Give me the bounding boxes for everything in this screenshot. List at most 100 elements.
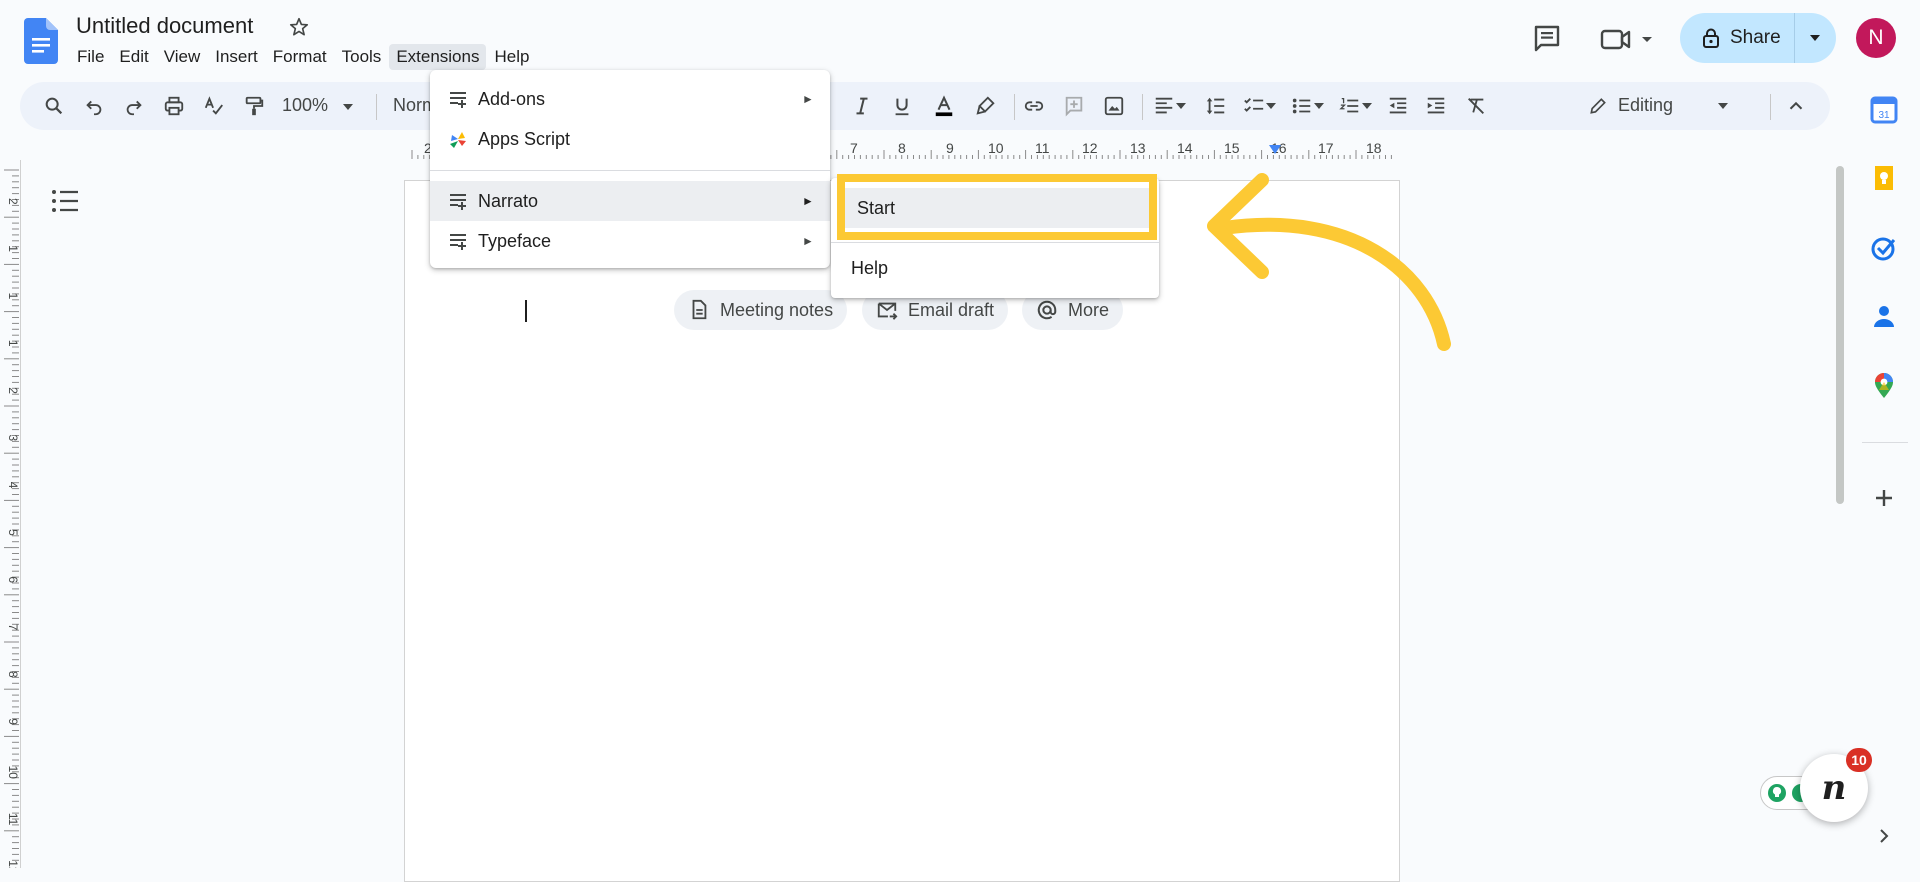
hide-menus-chevron-icon[interactable] (1784, 94, 1808, 118)
clear-formatting-icon[interactable] (1464, 94, 1488, 118)
menu-view[interactable]: View (157, 44, 208, 70)
menu-extensions[interactable]: Extensions (389, 44, 487, 70)
keep-icon[interactable] (1870, 164, 1898, 192)
numbered-list-icon[interactable] (1338, 94, 1362, 118)
vertical-ruler-number: 7 (6, 624, 20, 631)
undo-icon[interactable] (82, 94, 106, 118)
caret-down-icon[interactable] (1312, 94, 1326, 118)
maps-icon[interactable] (1870, 372, 1898, 400)
increase-indent-icon[interactable] (1424, 94, 1448, 118)
vertical-ruler-number: 3 (6, 435, 20, 442)
italic-icon[interactable] (850, 94, 874, 118)
star-icon[interactable] (288, 16, 310, 38)
share-button[interactable]: Share (1680, 13, 1836, 63)
notification-badge: 10 (1846, 748, 1872, 772)
right-indent-marker-icon[interactable] (1268, 144, 1282, 156)
svg-text:31: 31 (1878, 110, 1890, 121)
menu-format[interactable]: Format (266, 44, 334, 70)
ruler-number: 11 (1035, 140, 1050, 156)
account-avatar[interactable]: N (1856, 18, 1896, 58)
insert-image-icon[interactable] (1102, 94, 1126, 118)
submenu-arrow-icon: ► (802, 194, 814, 208)
get-add-ons-plus-icon[interactable] (1870, 484, 1898, 512)
align-icon[interactable] (1152, 94, 1176, 118)
vertical-ruler-number: 8 (6, 671, 20, 678)
menu-divider (430, 170, 830, 171)
vertical-ruler-number: 9 (6, 718, 20, 725)
vertical-ruler-number: 5 (6, 529, 20, 536)
chip-label: Meeting notes (720, 299, 834, 320)
extensions-menu: Add-ons ► Apps Script Narrato ► Typeface… (430, 70, 830, 268)
menu-edit[interactable]: Edit (112, 44, 155, 70)
vertical-scrollbar[interactable] (1836, 166, 1844, 504)
annotation-arrow-icon (1190, 170, 1470, 360)
share-dropdown-button[interactable] (1795, 33, 1835, 43)
spellcheck-icon[interactable] (202, 94, 226, 118)
caret-down-icon[interactable] (1264, 94, 1278, 118)
caret-down-icon (1810, 35, 1820, 41)
line-spacing-icon[interactable] (1204, 94, 1228, 118)
chip-label: Email draft (908, 299, 995, 320)
caret-down-icon (343, 104, 354, 110)
submenu-item-help[interactable]: Help (851, 258, 888, 279)
menu-tools[interactable]: Tools (335, 44, 389, 70)
ruler-number: 15 (1224, 140, 1240, 156)
document-title[interactable]: Untitled document (76, 13, 253, 39)
ruler-number: 18 (1366, 140, 1382, 156)
menu-item-add-ons[interactable]: Add-ons ► (430, 79, 830, 119)
ruler-number: 13 (1130, 140, 1146, 156)
vertical-ruler[interactable]: 2 1 1 1 2 3 4 5 6 7 8 9 10 11 12 (0, 160, 21, 868)
document-icon (692, 299, 707, 320)
calendar-icon[interactable]: 31 (1870, 96, 1898, 124)
submenu-arrow-icon: ► (802, 234, 814, 248)
vertical-ruler-number: 2 (6, 387, 20, 394)
vertical-ruler-number: 12 (6, 860, 20, 868)
vertical-ruler-number: 2 (6, 198, 20, 205)
add-on-list-icon (450, 194, 466, 210)
menu-item-narrato[interactable]: Narrato ► (430, 181, 830, 221)
toolbar: 100% Normal text Editing (20, 82, 1830, 130)
pencil-icon (1590, 97, 1606, 114)
caret-down-icon[interactable] (1174, 94, 1188, 118)
caret-down-icon[interactable] (1360, 94, 1374, 118)
apps-script-icon (450, 132, 466, 148)
ruler-number: 14 (1177, 140, 1193, 156)
meet-button[interactable] (1598, 24, 1654, 54)
vertical-ruler-number: 10 (6, 766, 20, 780)
underline-icon[interactable] (890, 94, 914, 118)
search-menus-icon[interactable] (42, 94, 66, 118)
comment-history-icon[interactable] (1532, 24, 1562, 52)
decrease-indent-icon[interactable] (1386, 94, 1410, 118)
zoom-select[interactable]: 100% (282, 95, 354, 116)
checklist-icon[interactable] (1242, 94, 1266, 118)
add-comment-icon[interactable] (1062, 94, 1086, 118)
add-ons-icon (450, 92, 466, 108)
print-icon[interactable] (162, 94, 186, 118)
editing-mode-label: Editing (1618, 95, 1674, 115)
redo-icon[interactable] (122, 94, 146, 118)
text-color-icon[interactable] (932, 94, 956, 118)
meeting-notes-chip[interactable]: Meeting notes (674, 290, 848, 330)
menu-item-typeface[interactable]: Typeface ► (430, 221, 830, 261)
bulleted-list-icon[interactable] (1290, 94, 1314, 118)
editing-mode-select[interactable]: Editing (1588, 95, 1729, 116)
menu-file[interactable]: File (70, 44, 111, 70)
highlight-box (837, 174, 1157, 240)
docs-logo-icon[interactable] (24, 18, 58, 64)
tasks-icon[interactable] (1870, 234, 1898, 262)
email-icon (877, 302, 898, 320)
paint-format-icon[interactable] (242, 94, 266, 118)
insert-link-icon[interactable] (1022, 94, 1046, 118)
chip-label: More (1068, 299, 1110, 320)
menu-help[interactable]: Help (487, 44, 536, 70)
lock-icon (1703, 28, 1719, 48)
highlight-color-icon[interactable] (974, 94, 998, 118)
document-outline-icon[interactable] (50, 188, 80, 214)
menu-insert[interactable]: Insert (208, 44, 265, 70)
vertical-ruler-number: 6 (6, 576, 20, 583)
menu-divider (831, 242, 1159, 243)
text-cursor (525, 300, 527, 322)
menu-item-apps-script[interactable]: Apps Script (430, 119, 830, 159)
chevron-right-icon[interactable] (1874, 826, 1894, 846)
contacts-icon[interactable] (1870, 302, 1898, 330)
